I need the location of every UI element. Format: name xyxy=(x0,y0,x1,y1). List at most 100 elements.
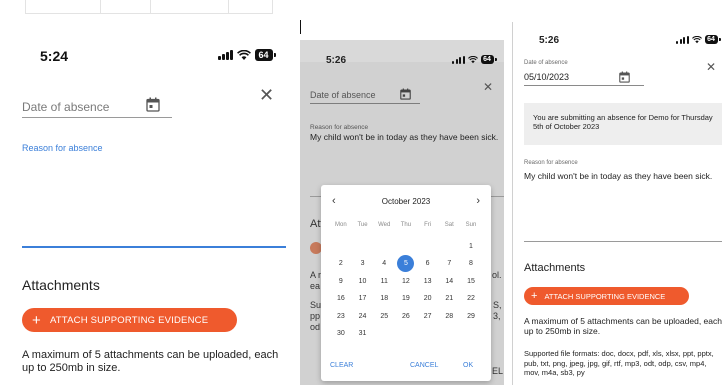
selected-day-cell[interactable]: 5 xyxy=(395,255,417,273)
note-fragment-1: A r xyxy=(310,270,322,280)
day-cell[interactable]: 11 xyxy=(373,273,395,291)
day-cell[interactable]: 21 xyxy=(438,290,460,308)
day-cell[interactable]: 2 xyxy=(330,255,352,273)
battery-icon: 64 xyxy=(254,49,276,61)
day-cell[interactable]: 6 xyxy=(417,255,439,273)
day-cell[interactable]: 15 xyxy=(460,273,482,291)
calendar-icon[interactable] xyxy=(619,71,630,83)
close-icon[interactable]: ✕ xyxy=(483,80,493,94)
day-cell[interactable]: 30 xyxy=(330,325,352,343)
day-cell[interactable]: 25 xyxy=(373,308,395,326)
day-cell[interactable]: 28 xyxy=(438,308,460,326)
day-cell[interactable]: 12 xyxy=(395,273,417,291)
note-fragment-2: ea xyxy=(310,281,321,291)
reason-text[interactable]: My child won't be in today as they have … xyxy=(310,132,500,142)
signal-icon xyxy=(218,50,233,60)
plus-icon: + xyxy=(32,311,41,329)
attach-evidence-button[interactable]: + ATTACH SUPPORTING EVIDENCE xyxy=(524,287,689,305)
weekday-header: Thu xyxy=(400,222,412,228)
date-of-absence-placeholder: Date of absence xyxy=(22,100,110,114)
weekday-header: Sat xyxy=(444,222,454,228)
attachment-limit-note: A maximum of 5 attachments can be upload… xyxy=(22,349,279,374)
right-fragment-3: 3, xyxy=(493,311,501,321)
screen-completed-form: 5:26 64 Date of absence 05/10/2023 ✕ You… xyxy=(512,0,722,385)
reason-for-absence-label: Reason for absence xyxy=(22,143,103,153)
calendar-icon[interactable] xyxy=(146,97,160,112)
date-picker-header: ‹ October 2023 › xyxy=(321,195,491,209)
wifi-icon xyxy=(691,35,702,43)
date-of-absence-field[interactable]: Date of absence xyxy=(310,88,420,104)
day-cell[interactable]: 3 xyxy=(352,255,374,273)
day-cell[interactable]: 22 xyxy=(460,290,482,308)
ok-button[interactable]: OK xyxy=(463,362,473,369)
reason-input-underline[interactable] xyxy=(22,246,286,248)
chevron-right-icon[interactable]: › xyxy=(476,195,480,207)
supported-formats-note: Supported file formats: doc, docx, pdf, … xyxy=(524,349,714,377)
previous-screen-edge xyxy=(300,20,301,34)
formats-fragment-2: pp xyxy=(310,311,321,321)
day-cell[interactable]: 7 xyxy=(438,255,460,273)
weekday-header: Wed xyxy=(378,222,391,228)
attach-evidence-label: ATTACH SUPPORTING EVIDENCE xyxy=(544,291,666,301)
wifi-icon xyxy=(236,49,251,60)
day-cell[interactable]: 24 xyxy=(352,308,374,326)
day-cell[interactable]: 26 xyxy=(395,308,417,326)
day-cell[interactable]: 19 xyxy=(395,290,417,308)
status-icons: 64 xyxy=(452,55,497,64)
date-picker-grid: Mon Tue Wed Thu Fri Sat Sun 1 2 3 4 5 6 7 8 9 10 11 12 13 14… xyxy=(330,220,482,343)
empty-day-cell xyxy=(330,238,352,256)
date-picker-actions: CLEAR CANCEL OK xyxy=(321,362,491,374)
close-icon[interactable]: ✕ xyxy=(259,85,274,106)
day-cell[interactable]: 4 xyxy=(373,255,395,273)
day-cell[interactable]: 8 xyxy=(460,255,482,273)
reason-for-absence-label: Reason for absence xyxy=(310,124,369,131)
empty-day-cell xyxy=(417,238,439,256)
reason-underline xyxy=(524,241,722,242)
attachments-heading: Attachments xyxy=(22,277,100,293)
close-icon[interactable]: ✕ xyxy=(706,60,716,74)
screen-date-picker: 5:26 64 Date of absence ✕ Reason for abs… xyxy=(300,0,504,385)
day-cell[interactable]: 14 xyxy=(438,273,460,291)
attach-evidence-label: ATTACH SUPPORTING EVIDENCE xyxy=(49,314,209,326)
right-fragment-2: S, xyxy=(493,300,502,310)
screen-empty-form: 5:24 64 Date of absence ✕ Reason for abs… xyxy=(0,0,296,385)
day-cell[interactable]: 1 xyxy=(460,238,482,256)
status-icons: 64 xyxy=(676,35,721,44)
status-time: 5:26 xyxy=(539,35,560,46)
plus-icon: + xyxy=(531,289,538,302)
battery-icon: 64 xyxy=(480,55,497,64)
date-underline xyxy=(524,85,644,86)
attach-evidence-button[interactable]: + ATTACH SUPPORTING EVIDENCE xyxy=(22,308,237,332)
empty-day-cell xyxy=(438,238,460,256)
date-of-absence-value[interactable]: 05/10/2023 xyxy=(524,72,569,82)
date-of-absence-field[interactable]: Date of absence xyxy=(22,96,172,118)
day-cell[interactable]: 27 xyxy=(417,308,439,326)
weekday-header: Fri xyxy=(424,222,432,228)
weekday-header: Tue xyxy=(357,222,368,228)
day-cell[interactable]: 20 xyxy=(417,290,439,308)
right-fragment-4: EL xyxy=(492,366,504,376)
status-time: 5:26 xyxy=(326,55,347,66)
panel-edge xyxy=(512,22,513,385)
battery-icon: 64 xyxy=(704,35,721,44)
cancel-button[interactable]: CANCEL xyxy=(410,362,438,369)
day-cell[interactable]: 9 xyxy=(330,273,352,291)
day-cell[interactable]: 18 xyxy=(373,290,395,308)
reason-text[interactable]: My child won't be in today as they have … xyxy=(524,171,722,181)
wifi-icon xyxy=(467,55,478,63)
day-cell[interactable]: 29 xyxy=(460,308,482,326)
date-picker-dialog: ‹ October 2023 › Mon Tue Wed Thu Fri Sat Sun 1 2… xyxy=(321,185,491,381)
day-cell[interactable]: 16 xyxy=(330,290,352,308)
signal-icon xyxy=(676,35,689,44)
day-cell[interactable]: 17 xyxy=(352,290,374,308)
day-cell[interactable]: 31 xyxy=(352,325,374,343)
attachment-limit-note: A maximum of 5 attachments can be upload… xyxy=(524,316,722,336)
day-cell[interactable]: 13 xyxy=(417,273,439,291)
calendar-icon[interactable] xyxy=(400,88,411,100)
day-cell[interactable]: 23 xyxy=(330,308,352,326)
empty-day-cell xyxy=(373,238,395,256)
signal-icon xyxy=(452,55,465,64)
day-cell[interactable]: 10 xyxy=(352,273,374,291)
date-of-absence-placeholder: Date of absence xyxy=(310,90,376,100)
clear-button[interactable]: CLEAR xyxy=(330,362,353,369)
